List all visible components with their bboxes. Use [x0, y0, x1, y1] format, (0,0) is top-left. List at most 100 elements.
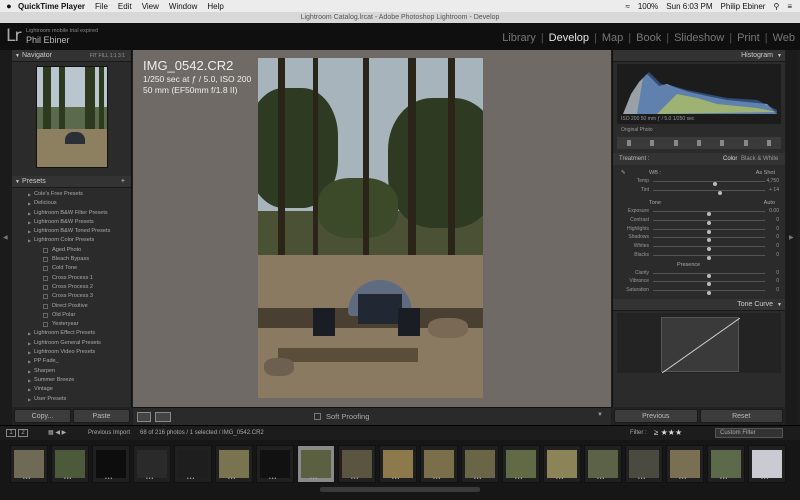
radial-filter-icon[interactable]: [743, 140, 748, 146]
battery-status[interactable]: 100%: [638, 2, 658, 11]
slider-clarity[interactable]: Clarity 0: [613, 270, 785, 279]
rating-dots[interactable]: •••: [228, 476, 236, 482]
star-filter[interactable]: ≥ ★★★: [654, 428, 682, 437]
slider-vibrance[interactable]: Vibrance 0: [613, 278, 785, 287]
filmstrip-thumbnail[interactable]: •••: [297, 445, 335, 483]
user-menu[interactable]: Philip Ebiner: [721, 2, 766, 11]
presets-header[interactable]: ▼ Presets +: [12, 176, 131, 188]
red-eye-icon[interactable]: [696, 140, 701, 146]
slider-track[interactable]: [653, 228, 765, 234]
module-print[interactable]: Print: [736, 32, 761, 44]
preset-item[interactable]: ▶ Lightroom B&W Toned Presets: [12, 227, 131, 236]
module-book[interactable]: Book: [635, 32, 662, 44]
slider-value[interactable]: 0: [776, 217, 779, 223]
slider-value[interactable]: 0: [776, 234, 779, 240]
filmstrip-thumbnail[interactable]: •••: [174, 445, 212, 483]
eyedropper-icon[interactable]: ✎: [621, 169, 626, 178]
rating-dots[interactable]: •••: [515, 476, 523, 482]
filmstrip-thumbnail[interactable]: •••: [461, 445, 499, 483]
rating-dots[interactable]: •••: [761, 476, 769, 482]
preset-item[interactable]: ▶ Lightroom Video Presets: [12, 348, 131, 357]
slider-track[interactable]: [653, 272, 765, 278]
filmstrip-scrollbar[interactable]: [320, 487, 480, 492]
module-web[interactable]: Web: [772, 32, 796, 44]
preset-item[interactable]: ▶ Lightroom B&W Filter Presets: [12, 209, 131, 218]
slider-thumb[interactable]: [707, 290, 711, 295]
soft-proofing-checkbox[interactable]: [314, 413, 321, 420]
preset-item[interactable]: ▶ Delicious: [12, 199, 131, 208]
rating-dots[interactable]: •••: [310, 476, 318, 482]
slider-value[interactable]: 0: [776, 252, 779, 258]
navigator-zoom-options[interactable]: FIT FILL 1:1 3:1: [90, 50, 125, 62]
rating-dots[interactable]: •••: [269, 476, 277, 482]
preset-item[interactable]: ▶ Lightroom General Presets: [12, 339, 131, 348]
slider-thumb[interactable]: [707, 273, 711, 278]
rating-dots[interactable]: •••: [433, 476, 441, 482]
list-icon[interactable]: ≡: [787, 2, 792, 11]
right-collapse-icon[interactable]: ▶: [789, 234, 794, 241]
slider-whites[interactable]: Whites 0: [613, 243, 785, 252]
tone-curve[interactable]: [617, 312, 781, 373]
rating-dots[interactable]: •••: [23, 476, 31, 482]
filmstrip-thumbnail[interactable]: •••: [338, 445, 376, 483]
grid-nav-arrows[interactable]: ▦ ◀ ▶: [48, 429, 66, 436]
graduated-filter-icon[interactable]: [720, 140, 725, 146]
slider-thumb[interactable]: [707, 221, 711, 226]
preset-item[interactable]: Cold Tone: [12, 264, 131, 273]
monitor-1-button[interactable]: 1: [6, 429, 16, 437]
tone-curve-header[interactable]: Tone Curve ▼: [613, 298, 785, 311]
preset-item[interactable]: ▶ User Presets: [12, 395, 131, 404]
slider-blacks[interactable]: Blacks 0: [613, 252, 785, 261]
rating-dots[interactable]: •••: [392, 476, 400, 482]
monitor-2-button[interactable]: 2: [18, 429, 28, 437]
slider-track[interactable]: [653, 211, 765, 217]
rating-dots[interactable]: •••: [556, 476, 564, 482]
slider-track[interactable]: [653, 181, 765, 186]
rating-dots[interactable]: •••: [64, 476, 72, 482]
slider-shadows[interactable]: Shadows 0: [613, 234, 785, 243]
menu-file[interactable]: File: [95, 2, 108, 11]
filmstrip-thumbnail[interactable]: •••: [420, 445, 458, 483]
preset-item[interactable]: ▶ PP Fade_: [12, 357, 131, 366]
filmstrip-thumbnail[interactable]: •••: [666, 445, 704, 483]
filmstrip-thumbnail[interactable]: •••: [51, 445, 89, 483]
slider-contrast[interactable]: Contrast 0: [613, 217, 785, 226]
image-view[interactable]: IMG_0542.CR2 1/250 sec at ƒ / 5.0, ISO 2…: [133, 50, 611, 407]
wb-dropdown[interactable]: As Shot: [756, 169, 775, 178]
loupe-view-button[interactable]: [137, 412, 151, 422]
filmstrip-thumbnail[interactable]: •••: [256, 445, 294, 483]
filmstrip-thumbnail[interactable]: •••: [92, 445, 130, 483]
treatment-bw[interactable]: Black & White: [741, 153, 778, 165]
filmstrip-thumbnail[interactable]: •••: [625, 445, 663, 483]
crop-tool-icon[interactable]: [650, 140, 655, 146]
preset-item[interactable]: ▶ Lightroom Effect Presets: [12, 329, 131, 338]
slider-thumb[interactable]: [707, 255, 711, 260]
slider-track[interactable]: [653, 220, 765, 226]
slider-track[interactable]: [653, 189, 765, 195]
slider-exposure[interactable]: Exposure 0.00: [613, 208, 785, 217]
preset-item[interactable]: Cross Process 3: [12, 292, 131, 301]
grid-tool-icon[interactable]: [626, 140, 631, 146]
slider-value[interactable]: 0: [776, 243, 779, 249]
slider-value[interactable]: 4,750: [766, 178, 779, 184]
adjustment-brush-icon[interactable]: [767, 140, 772, 146]
slider-value[interactable]: 0.00: [769, 208, 779, 214]
slider-value[interactable]: 0: [776, 287, 779, 293]
preset-item[interactable]: Cross Process 1: [12, 274, 131, 283]
filmstrip-thumbnail[interactable]: •••: [133, 445, 171, 483]
slider-value[interactable]: 0: [776, 270, 779, 276]
slider-thumb[interactable]: [707, 247, 711, 252]
add-preset-icon[interactable]: +: [121, 176, 125, 188]
menu-window[interactable]: Window: [169, 2, 197, 11]
preset-item[interactable]: ▶ Sharpen: [12, 367, 131, 376]
menu-view[interactable]: View: [142, 2, 159, 11]
filmstrip-thumbnail[interactable]: •••: [543, 445, 581, 483]
filmstrip-path[interactable]: 68 of 216 photos / 1 selected / IMG_0542…: [140, 430, 264, 436]
navigator-preview[interactable]: [35, 66, 108, 168]
slider-temp[interactable]: Temp 4,750: [613, 178, 785, 187]
search-icon[interactable]: ⚲: [773, 2, 779, 11]
custom-filter-dropdown[interactable]: Custom Filter: [715, 428, 783, 438]
app-menu[interactable]: QuickTime Player: [18, 2, 85, 11]
rating-dots[interactable]: •••: [474, 476, 482, 482]
rating-dots[interactable]: •••: [105, 476, 113, 482]
